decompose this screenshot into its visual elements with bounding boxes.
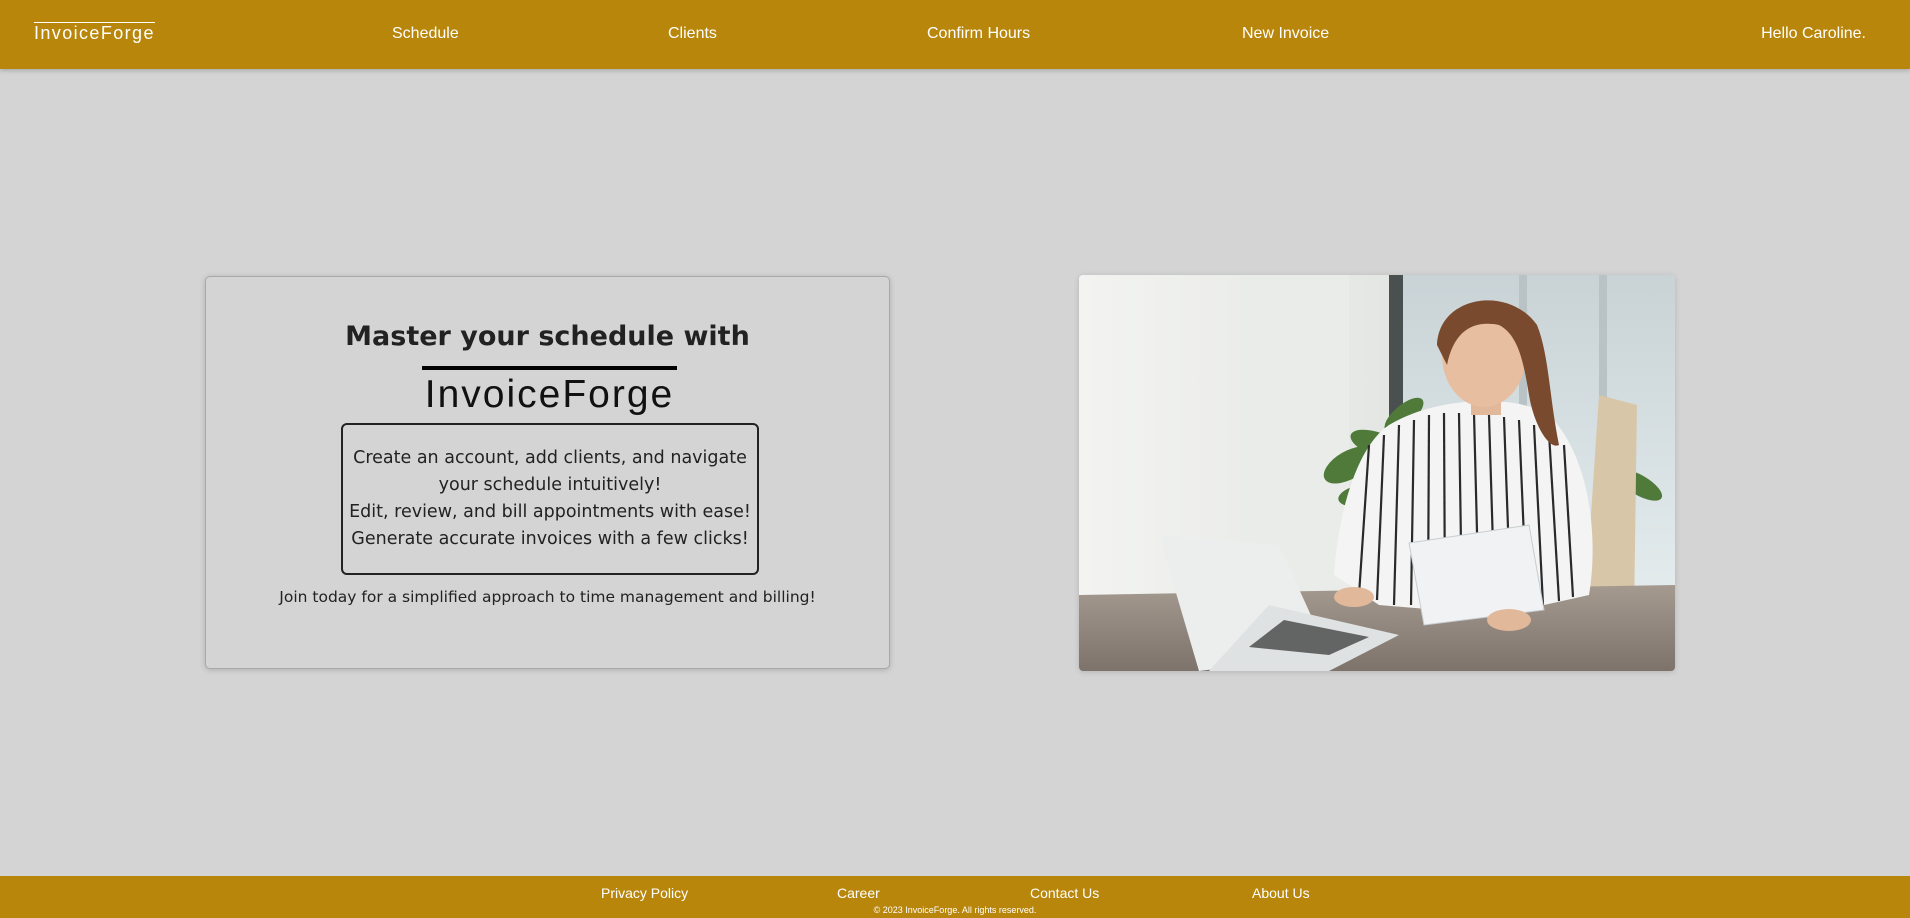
join-cta-text: Join today for a simplified approach to … [279, 588, 816, 606]
nav-schedule[interactable]: Schedule [392, 24, 459, 44]
nav-confirm-hours[interactable]: Confirm Hours [927, 24, 1030, 44]
nav-new-invoice[interactable]: New Invoice [1242, 24, 1329, 44]
nav-clients[interactable]: Clients [668, 24, 717, 44]
office-woman-laptop-photo [1079, 275, 1675, 671]
feature-line: Edit, review, and bill appointments with… [349, 502, 751, 522]
hero-photo-illustration [1079, 275, 1675, 671]
feature-box: Create an account, add clients, and navi… [341, 423, 759, 575]
hero-card: Master your schedule with InvoiceForge C… [205, 276, 890, 669]
footer-about-us[interactable]: About Us [1252, 884, 1310, 902]
footer-career[interactable]: Career [837, 884, 880, 902]
logo-link[interactable]: InvoiceForge [34, 22, 155, 43]
footer-privacy-policy[interactable]: Privacy Policy [601, 884, 688, 902]
feature-line: Generate accurate invoices with a few cl… [351, 529, 749, 549]
hero-brand: InvoiceForge [422, 366, 677, 418]
hero-headline: Master your schedule with [345, 321, 750, 352]
user-greeting: Hello Caroline. [1761, 25, 1866, 42]
footer: Privacy Policy Career Contact Us About U… [0, 876, 1910, 918]
feature-line: your schedule intuitively! [438, 475, 662, 495]
copyright-text: © 2023 InvoiceForge. All rights reserved… [873, 905, 1037, 915]
top-navbar: InvoiceForge Schedule Clients Confirm Ho… [0, 0, 1910, 69]
feature-line: Create an account, add clients, and navi… [353, 448, 747, 468]
footer-contact-us[interactable]: Contact Us [1030, 884, 1099, 902]
